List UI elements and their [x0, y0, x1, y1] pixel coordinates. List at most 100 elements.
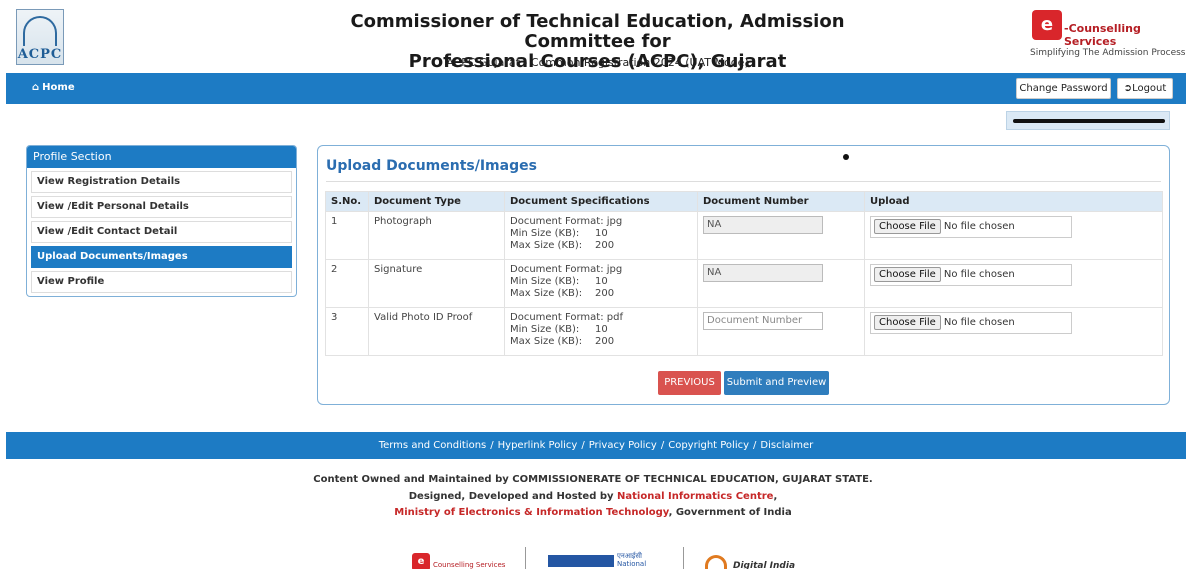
row-document-type: Photograph [368, 211, 505, 260]
spec-min-label: Min Size (KB): [510, 324, 580, 335]
row-specifications: Document Format: pdf Min Size (KB): 10 Ma… [504, 307, 698, 356]
spec-max-label: Max Size (KB): [510, 288, 583, 299]
choose-file-button[interactable]: Choose File [874, 267, 941, 282]
page-subtitle: ACPC Gujarat - Common Registration 2024 … [446, 56, 749, 69]
acpc-logo: ACPC [16, 9, 64, 65]
footer-link-meity[interactable]: Ministry of Electronics & Information Te… [394, 507, 668, 518]
column-header-sno: S.No. [325, 191, 369, 212]
spec-max-label: Max Size (KB): [510, 336, 583, 347]
documents-table: S.No. Document Type Document Specificati… [325, 191, 1163, 356]
table-header-row: S.No. Document Type Document Specificati… [325, 191, 1163, 212]
footer-content-owner: Content Owned and Maintained by COMMISSI… [313, 474, 873, 485]
file-status: No file chosen [943, 317, 1015, 328]
nic-hindi-text: एनआईसी [617, 552, 642, 560]
home-icon: ⌂ [32, 82, 40, 93]
upload-documents-panel: Upload Documents/Images S.No. Document T… [317, 145, 1170, 405]
top-nav-bar: ⌂ Home Change Password ➲Logout [6, 73, 1186, 104]
row-specifications: Document Format: jpg Min Size (KB): 10 Ma… [504, 259, 698, 308]
change-password-button[interactable]: Change Password [1016, 78, 1111, 99]
choose-file-button[interactable]: Choose File [874, 219, 941, 234]
e-counselling-name: -Counselling Services [1064, 22, 1141, 48]
footer-designed-by: Designed, Developed and Hosted by Nation… [0, 491, 1186, 502]
redacted-user-info [1013, 119, 1165, 123]
document-number-field[interactable]: NA [703, 216, 823, 234]
profile-sidebar: Profile Section View Registration Detail… [26, 145, 297, 297]
panel-title: Upload Documents/Images [326, 158, 537, 174]
footer-link-copyright-policy[interactable]: Copyright Policy [668, 440, 749, 451]
choose-file-button[interactable]: Choose File [874, 315, 941, 330]
footer-link-disclaimer[interactable]: Disclaimer [760, 440, 813, 451]
file-upload-input[interactable]: Choose File No file chosen [870, 264, 1072, 286]
spec-max-value: 200 [595, 336, 615, 347]
submit-and-preview-button[interactable]: Submit and Preview [724, 371, 829, 395]
e-counselling-footer-text: Counselling Services [433, 561, 506, 569]
spec-min-value: 10 [595, 324, 608, 335]
panel-divider [326, 181, 1161, 182]
sidebar-item-upload-documents[interactable]: Upload Documents/Images [31, 246, 292, 268]
digital-india-logo-icon [705, 555, 727, 569]
cursor-dot [843, 154, 849, 160]
table-row: 3 Valid Photo ID Proof Document Format: … [325, 307, 1163, 356]
footer-link-privacy-policy[interactable]: Privacy Policy [589, 440, 657, 451]
home-link[interactable]: ⌂ Home [32, 82, 75, 93]
row-sno: 3 [325, 307, 369, 356]
row-sno: 2 [325, 259, 369, 308]
spec-max-label: Max Size (KB): [510, 240, 583, 251]
sidebar-item-edit-personal[interactable]: View /Edit Personal Details [31, 196, 292, 218]
footer-link-terms[interactable]: Terms and Conditions [379, 440, 487, 451]
row-doc-number-cell: NA [697, 211, 865, 260]
spec-min-label: Min Size (KB): [510, 276, 580, 287]
spec-format: Document Format: pdf [510, 312, 623, 323]
spec-min-value: 10 [595, 228, 608, 239]
acpc-logo-text: ACPC [17, 47, 63, 62]
logout-icon: ➲ [1123, 83, 1133, 94]
file-upload-input[interactable]: Choose File No file chosen [870, 312, 1072, 334]
spec-min-value: 10 [595, 276, 608, 287]
row-document-type: Valid Photo ID Proof [368, 307, 505, 356]
row-upload-cell: Choose File No file chosen [864, 307, 1163, 356]
file-status: No file chosen [943, 221, 1015, 232]
footer-ministry: Ministry of Electronics & Information Te… [0, 507, 1186, 518]
e-counselling-tagline: Simplifying The Admission Process [1030, 48, 1186, 58]
digital-india-text: Digital India [733, 561, 796, 569]
logout-button[interactable]: ➲Logout [1117, 78, 1173, 99]
sidebar-item-edit-contact[interactable]: View /Edit Contact Detail [31, 221, 292, 243]
footer-ministry-suffix: , Government of India [668, 507, 792, 518]
footer-separator: / [581, 440, 585, 451]
user-info-strip [1006, 111, 1170, 130]
footer-logo-divider [525, 547, 526, 569]
row-upload-cell: Choose File No file chosen [864, 211, 1163, 260]
footer-designed-prefix: Designed, Developed and Hosted by [408, 491, 618, 502]
footer-link-hyperlink-policy[interactable]: Hyperlink Policy [498, 440, 578, 451]
spec-format: Document Format: jpg [510, 216, 623, 227]
footer-separator: / [660, 440, 665, 451]
sidebar-item-view-registration[interactable]: View Registration Details [31, 171, 292, 193]
nic-english-text: National [617, 560, 647, 568]
column-header-doc-number: Document Number [697, 191, 865, 212]
spec-max-value: 200 [595, 288, 615, 299]
footer-designed-suffix: , [773, 491, 778, 502]
e-counselling-footer-logo-icon: e [412, 553, 430, 569]
document-number-input[interactable]: Document Number [703, 312, 823, 330]
home-label: Home [42, 82, 75, 93]
previous-button[interactable]: PREVIOUS [658, 371, 721, 395]
sidebar-heading: Profile Section [27, 146, 296, 168]
footer-link-nic[interactable]: National Informatics Centre [617, 491, 773, 502]
spec-max-value: 200 [595, 240, 615, 251]
nic-logo-icon [548, 555, 614, 567]
footer-separator: / [753, 440, 757, 451]
arch-icon [23, 16, 57, 46]
page-header: ACPC Commissioner of Technical Education… [0, 0, 1186, 73]
document-number-field[interactable]: NA [703, 264, 823, 282]
sidebar-item-view-profile[interactable]: View Profile [31, 271, 292, 293]
column-header-upload: Upload [864, 191, 1163, 212]
row-upload-cell: Choose File No file chosen [864, 259, 1163, 308]
title-line-1: Commissioner of Technical Education, Adm… [350, 11, 845, 52]
spec-format: Document Format: jpg [510, 264, 623, 275]
footer-logo-divider [683, 547, 684, 569]
column-header-specs: Document Specifications [504, 191, 698, 212]
nic-logo-text: एनआईसी National [617, 552, 646, 568]
table-row: 2 Signature Document Format: jpg Min Siz… [325, 259, 1163, 308]
file-upload-input[interactable]: Choose File No file chosen [870, 216, 1072, 238]
row-sno: 1 [325, 211, 369, 260]
